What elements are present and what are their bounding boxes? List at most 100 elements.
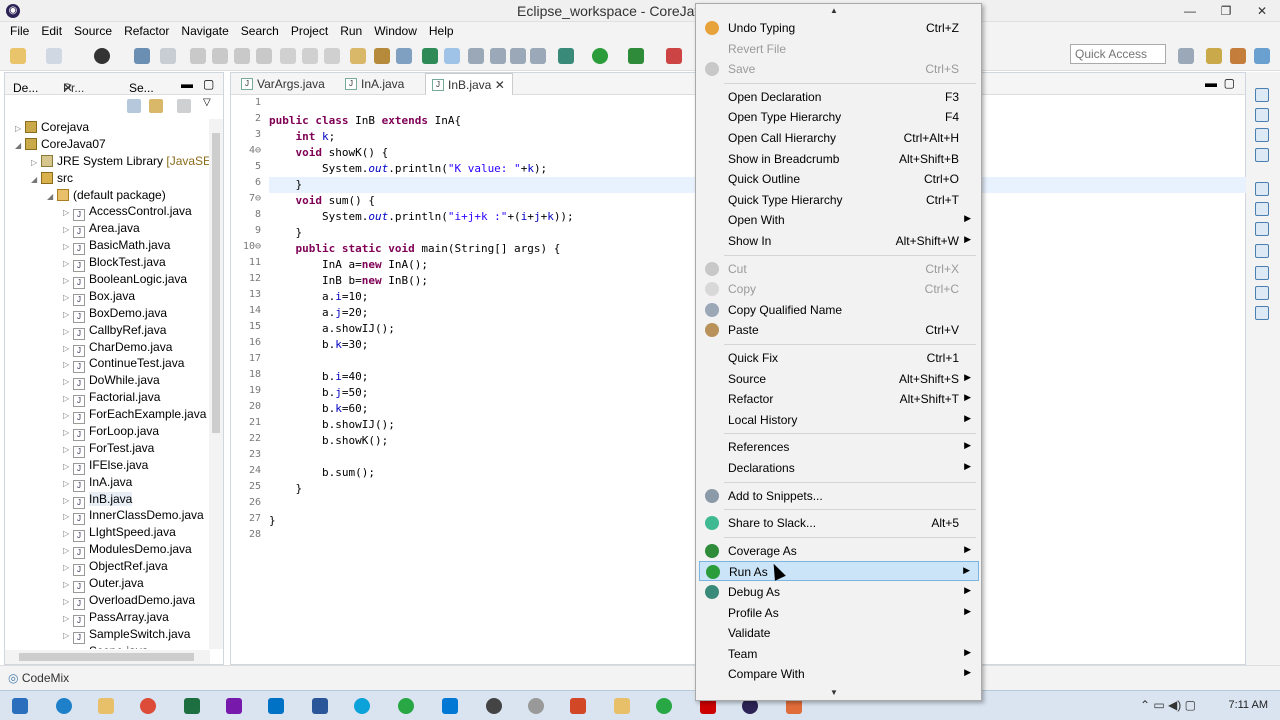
menu-file[interactable]: File [4,22,35,41]
open-type-icon[interactable] [396,48,412,64]
code-line[interactable]: } [269,177,302,193]
menu-item-declarations[interactable]: Declarations ▶ [699,458,979,478]
tree-item[interactable]: ▷JScope.java [5,643,210,649]
tree-item[interactable]: ▷ J CallbyRef.java [5,322,210,340]
twisty-icon[interactable]: ▷ [63,323,73,340]
coverage-icon[interactable] [628,48,644,64]
ie-icon[interactable] [56,698,72,714]
twisty-icon[interactable]: ▷ [63,272,73,289]
twisty-icon[interactable]: ▷ [63,542,73,559]
outline-icon[interactable] [1255,88,1269,102]
code-line[interactable]: System.out.println("K value: "+k); [269,161,547,177]
disconnect-icon[interactable] [256,48,272,64]
menu-project[interactable]: Project [285,22,334,41]
twisty-icon[interactable]: ▷ [63,255,73,272]
folder-icon[interactable] [614,698,630,714]
word-wrap-icon[interactable] [490,48,506,64]
tree-item[interactable]: ▷ J PassArray.java [5,609,210,627]
skip-breakpoints-icon[interactable] [160,48,176,64]
new-icon[interactable] [10,48,26,64]
codemix-status[interactable]: ◎ CodeMix [8,671,69,685]
twisty-icon[interactable]: ▷ [63,559,73,576]
menu-item-share-to-slack[interactable]: Share to Slack... Alt+5 [699,513,979,533]
tree-item[interactable]: ▷ J Area.java [5,220,210,239]
tree-item[interactable]: ▷ J LIghtSpeed.java [5,524,210,543]
tree-item[interactable]: ▷ J ObjectRef.java [5,558,210,577]
terminal-icon[interactable] [1255,306,1269,320]
declaration-icon[interactable] [1255,222,1269,236]
menu-item-open-declaration[interactable]: Open Declaration F3 [699,87,979,107]
menu-item-add-to-snippets[interactable]: Add to Snippets... [699,486,979,506]
code-line[interactable]: a.i=10; [269,289,368,305]
code-line[interactable]: a.j=20; [269,305,368,321]
tree-item[interactable]: ◢ (default package) [5,187,210,204]
hierarchy-icon[interactable] [1255,148,1269,162]
close-icon[interactable]: ✕ [63,81,73,95]
twisty-icon[interactable]: ▷ [63,424,73,441]
tree-item[interactable]: ▷ J ContinueTest.java [5,355,210,374]
progress-icon[interactable] [1255,266,1269,280]
tree-item[interactable]: ▷ J InB.java [5,491,210,509]
tree-item[interactable]: ◢ CoreJava07 [5,136,210,153]
step-into-icon[interactable] [280,48,296,64]
twisty-icon[interactable]: ▷ [63,390,73,407]
menu-item-undo-typing[interactable]: Undo Typing Ctrl+Z [699,18,979,38]
code-line[interactable]: b.showIJ(); [269,417,395,433]
twisty-icon[interactable]: ▷ [63,373,73,390]
run-icon[interactable] [592,48,608,64]
tree-item[interactable]: ▷ J InA.java [5,474,210,492]
tree-item[interactable]: ▷ J Box.java [5,288,210,306]
code-line[interactable]: public class InB extends InA{ [269,113,461,129]
menu-item-debug-as[interactable]: Debug As ▶ [699,582,979,602]
twisty-icon[interactable]: ▷ [63,593,73,610]
resume-icon[interactable] [190,48,206,64]
tree-item[interactable]: ▷ J ForEachExample.java [5,406,210,425]
menu-item-show-in-breadcrumb[interactable]: Show in Breadcrumb Alt+Shift+B [699,149,979,169]
tree-item[interactable]: ▷ J AccessControl.java [5,203,210,222]
app-icon[interactable] [656,698,672,714]
twisty-icon[interactable]: ▷ [63,407,73,424]
scroll-down-arrow-icon[interactable]: ▼ [830,688,838,697]
javadoc-icon[interactable] [1255,202,1269,216]
tree-item[interactable]: ▷ J ForLoop.java [5,423,210,442]
console-icon[interactable] [134,48,150,64]
excel-icon[interactable] [184,698,200,714]
file-explorer-icon[interactable] [98,698,114,714]
java-ee-perspective-icon[interactable] [1206,48,1222,64]
twisty-icon[interactable]: ▷ [63,238,73,255]
collapse-all-icon[interactable] [127,99,141,113]
close-icon[interactable]: ✕ [495,78,505,92]
open-perspective-icon[interactable] [1178,48,1194,64]
tab-varargs[interactable]: J VarArgs.java [235,73,327,95]
chrome-icon[interactable] [140,698,156,714]
twisty-icon[interactable]: ◢ [31,171,41,188]
use-step-filters-icon[interactable] [350,48,366,64]
menu-item-references[interactable]: References ▶ [699,437,979,457]
tree-item[interactable]: ▷ J SampleSwitch.java [5,626,210,644]
code-line[interactable]: void showK() { [269,145,389,161]
code-line[interactable]: a.showIJ(); [269,321,395,337]
problems-icon[interactable] [1255,182,1269,196]
outlook-icon[interactable] [268,698,284,714]
step-return-icon[interactable] [324,48,340,64]
twisty-icon[interactable]: ▷ [63,458,73,475]
onenote-icon[interactable] [226,698,242,714]
tree-item[interactable]: ▷ J ForTest.java [5,440,210,458]
twisty-icon[interactable]: ▷ [63,221,73,238]
scroll-thumb[interactable] [19,653,194,661]
word-icon[interactable] [312,698,328,714]
code-line[interactable]: b.j=50; [269,385,368,401]
powerpoint-icon[interactable] [570,698,586,714]
debug-icon[interactable] [558,48,574,64]
twisty-icon[interactable]: ◢ [47,188,57,205]
task-list-icon[interactable] [1255,108,1269,122]
menu-item-save[interactable]: Save Ctrl+S [699,59,979,79]
twisty-icon[interactable]: ▷ [63,627,73,644]
terminate-icon[interactable] [234,48,250,64]
tree-item[interactable]: ▷ J DoWhile.java [5,372,210,391]
scroll-up-arrow-icon[interactable]: ▲ [830,6,838,15]
twisty-icon[interactable]: ▷ [63,289,73,306]
step-over-icon[interactable] [302,48,318,64]
external-tools-icon[interactable] [666,48,682,64]
menu-item-compare-with[interactable]: Compare With ▶ [699,664,979,684]
